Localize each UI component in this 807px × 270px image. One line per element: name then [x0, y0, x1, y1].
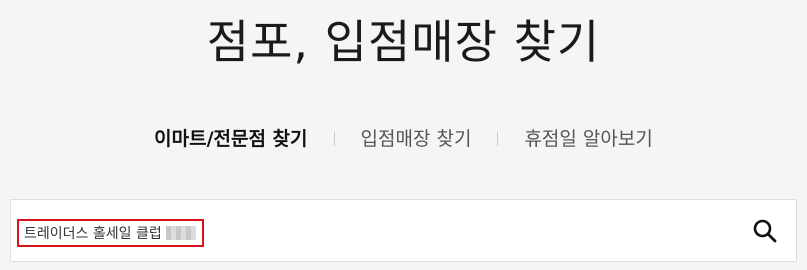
- page-title: 점포, 입점매장 찾기: [206, 15, 601, 69]
- store-finder-page: 점포, 입점매장 찾기 이마트/전문점 찾기 입점매장 찾기 휴점일 알아보기 …: [0, 0, 807, 270]
- search-query-highlight: 트레이더스 홀세일 클럽: [17, 219, 204, 247]
- search-query-text: 트레이더스 홀세일 클럽: [24, 226, 162, 242]
- tab-emart-store[interactable]: 이마트/전문점 찾기: [154, 124, 307, 154]
- tab-divider: [497, 132, 499, 146]
- search-icon[interactable]: [752, 218, 778, 244]
- search-input[interactable]: 트레이더스 홀세일 클럽: [10, 199, 797, 262]
- tab-divider: [333, 132, 335, 146]
- redacted-text: [165, 226, 196, 240]
- tab-holiday-info[interactable]: 휴점일 알아보기: [524, 124, 652, 154]
- tab-tenant-store[interactable]: 입점매장 찾기: [361, 124, 472, 154]
- store-tabs: 이마트/전문점 찾기 입점매장 찾기 휴점일 알아보기: [0, 124, 807, 154]
